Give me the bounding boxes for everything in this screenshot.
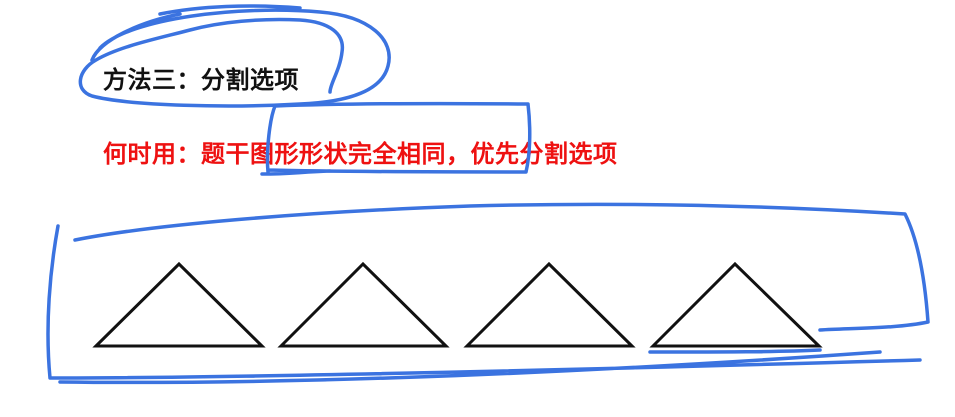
subheading-highlight-annotation [260,101,532,176]
shapes-frame-annotation [46,202,930,385]
triangle-shape-2 [277,261,450,348]
heading-circle-annotation [78,4,391,108]
drawing-layer [46,4,930,385]
triangle-shape-3 [463,261,636,348]
slide-canvas: 方法三：分割选项 何时用：题干图形形状完全相同，优先分割选项 [0,0,955,417]
triangle-row [92,261,823,348]
triangle-shape-4 [649,261,823,348]
triangle-shape-1 [92,261,266,348]
